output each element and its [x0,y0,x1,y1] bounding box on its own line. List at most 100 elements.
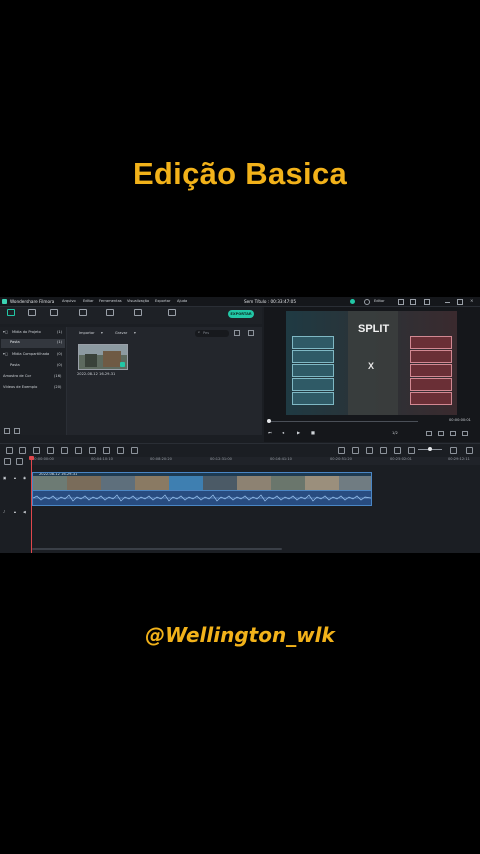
speaker-icon[interactable]: ◀ [23,510,26,515]
sidebar-item-pasta[interactable]: Pasta (0) [1,362,65,371]
new-folder-icon[interactable] [4,428,10,434]
step-back-icon[interactable]: ◂ [282,430,284,435]
versus-label: X [368,361,375,371]
timeline-scrollbar[interactable] [32,548,282,550]
video-clip[interactable]: 2022-08-12 16-29-31 [32,472,372,491]
playhead-handle[interactable] [29,456,34,460]
audio-waveform [33,494,371,502]
preview-progress-bar[interactable] [268,421,418,422]
menu-item-ajuda[interactable]: Ajuda [177,299,187,304]
menu-item-ferramentas[interactable]: Ferramentas [99,299,122,304]
music-note-icon [28,309,36,316]
ruler-tick: 00:04:10:10 [91,457,113,461]
render-icon[interactable] [338,447,345,454]
preview-timecode: 00:00:00:01 [449,418,471,422]
timeline-settings-icon[interactable] [466,447,473,454]
zoom-out-icon[interactable] [408,447,415,454]
menu-item-exportar[interactable]: Exportar [155,299,170,304]
playhead[interactable] [31,457,32,553]
zoom-slider-handle[interactable] [428,447,432,451]
preview-quality[interactable]: 1/2 [392,431,398,436]
color-icon[interactable] [89,447,96,454]
delete-icon[interactable] [33,447,40,454]
sidebar-item-midia-do-projeto[interactable]: ▾▢ Mídia do Projeto (1) [1,329,65,338]
import-button[interactable]: Importar [79,331,95,336]
record-button[interactable]: Gravar [115,331,127,336]
display-icon[interactable] [426,431,432,436]
sidebar-item-pasta-selected[interactable]: Pasta (1) [1,339,65,348]
play-icon[interactable]: ▶ [297,430,300,435]
layout-icon[interactable] [398,299,404,305]
media-folder-icon [7,309,15,316]
media-sidebar: ▾▢ Mídia do Projeto (1) Pasta (1) ▾▢ Míd… [0,327,67,435]
voiceover-icon[interactable] [131,447,138,454]
sidebar-item-amostra-de-cor[interactable]: Amostra de Cor (16) [1,373,65,382]
minimize-icon[interactable] [445,302,450,303]
account-icon[interactable] [424,299,430,305]
save-icon[interactable] [410,299,416,305]
checkmark-icon [120,362,125,367]
media-clip-thumbnail[interactable] [78,344,128,370]
effects-icon [106,309,114,316]
media-clip-name: 2022-08-12 16-29-31 [77,372,116,376]
close-icon[interactable]: × [470,298,474,303]
map-title: SPLIT [358,323,390,335]
link-icon[interactable] [16,458,23,465]
sync-icon[interactable] [350,299,355,304]
mixer-icon[interactable] [380,447,387,454]
timeline-panel: 00:00:00:00 00:04:10:10 00:08:20:20 00:1… [0,443,480,553]
volume-icon[interactable] [450,431,456,436]
sidebar-item-videos-de-exemplo[interactable]: Vídeos de Exemplo (20) [1,384,65,393]
prev-frame-icon[interactable]: ⏮ [268,430,272,435]
lock-icon[interactable]: 🔒︎ [14,510,16,515]
folder-icon: ▾▢ [3,352,9,356]
audio-waveform-clip[interactable] [32,490,372,506]
fullscreen-icon[interactable] [462,431,468,436]
text-icon [50,309,58,316]
lock-icon[interactable]: 🔒︎ [14,476,16,481]
speed-icon[interactable] [75,447,82,454]
app-name: Wondershare Filmora [10,299,55,304]
snap-icon[interactable] [394,447,401,454]
menu-bar: Wondershare Filmora Arquivo Editar Ferra… [0,297,480,307]
cut-icon[interactable] [47,447,54,454]
fit-icon[interactable] [117,447,124,454]
folder-options-icon[interactable] [14,428,20,434]
grid-view-icon[interactable] [248,330,254,336]
library-toolbar: Mídia Áudio Títulos Transições Efeitos E… [0,307,262,334]
undo-icon[interactable] [6,447,13,454]
export-button[interactable]: EXPORTAR [228,310,254,318]
marker-icon[interactable] [352,447,359,454]
filter-icon[interactable] [234,330,240,336]
folder-icon: ▾▢ [3,330,9,334]
media-panel: Importar ▾ Gravar ▾ ⌕ Pes 2022-08-12 16-… [67,327,262,435]
creator-handle: @Wellington_wlk [145,623,335,647]
preview-panel: SPLIT X 00:00:00:01 ⏮ ◂ ▶ ■ 1/2 [264,307,480,442]
editor-mode-label[interactable]: Editor [374,299,385,304]
ruler-tick: 00:29:12:11 [448,457,470,461]
menu-item-visualizacao[interactable]: Visualização [127,299,149,304]
search-input[interactable]: ⌕ Pes [195,330,229,337]
stop-icon[interactable]: ■ [311,430,315,435]
maximize-icon[interactable] [457,299,463,305]
headline-text: Edição Basica [132,156,348,191]
info-icon[interactable] [364,299,370,305]
zoom-in-icon[interactable] [450,447,457,454]
window-title: Sem Título : 00:33:47:05 [244,299,297,304]
record-dropdown-icon[interactable]: ▾ [134,331,136,336]
ruler-tick: 00:12:31:00 [210,457,232,461]
progress-handle[interactable] [267,419,271,423]
menu-item-arquivo[interactable]: Arquivo [62,299,76,304]
crop-icon[interactable] [61,447,68,454]
audio-adjust-icon[interactable] [103,447,110,454]
import-dropdown-icon[interactable]: ▾ [101,331,103,336]
ruler-tick: 00:00:00:00 [32,457,54,461]
redo-icon[interactable] [19,447,26,454]
add-track-icon[interactable] [4,458,11,465]
menu-item-editar[interactable]: Editar [83,299,94,304]
sidebar-item-midia-compartilhada[interactable]: ▾▢ Mídia Compartilhada (0) [1,351,65,360]
eye-icon[interactable]: ◉ [23,476,26,481]
mic-icon[interactable] [366,447,373,454]
timeline-ruler[interactable]: 00:00:00:00 00:04:10:10 00:08:20:20 00:1… [30,457,480,465]
snapshot-icon[interactable] [438,431,444,436]
